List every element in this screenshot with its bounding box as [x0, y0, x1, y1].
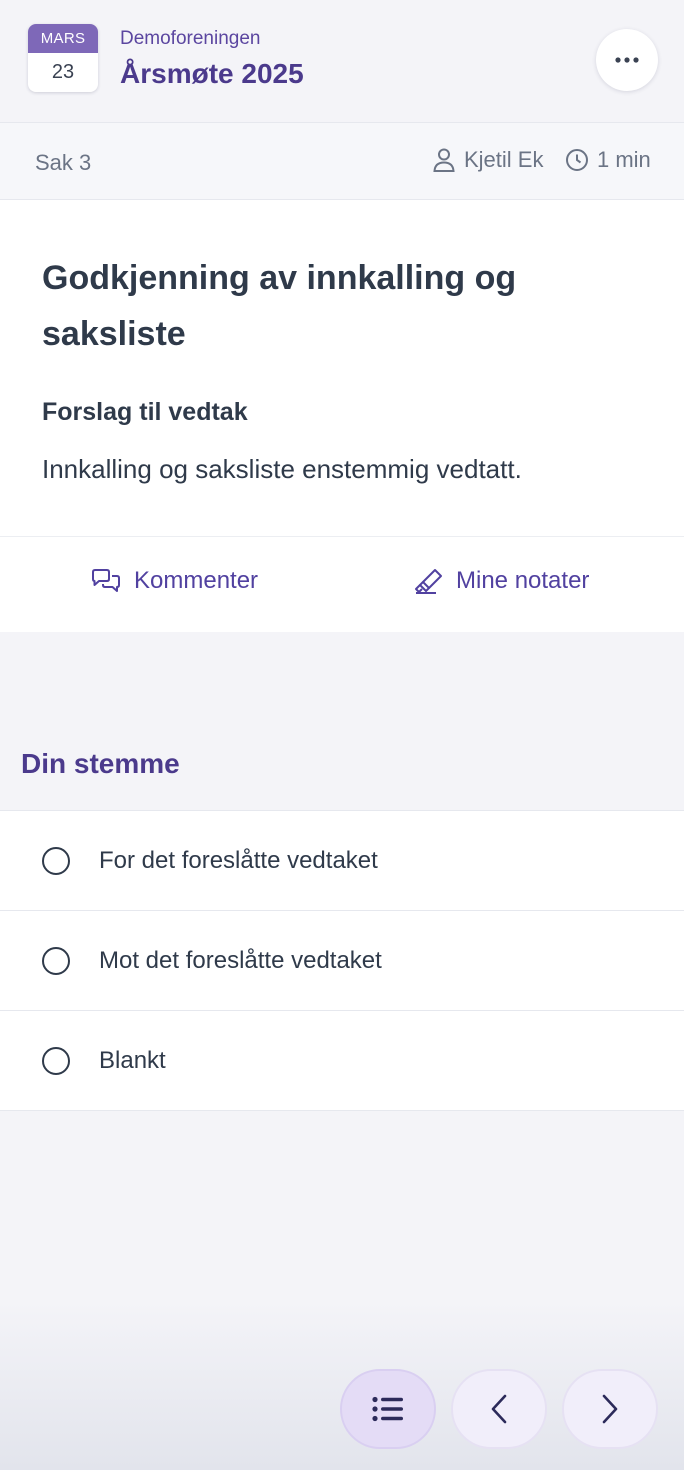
calendar-badge: MARS 23 — [28, 24, 98, 92]
previous-item-button[interactable] — [451, 1369, 547, 1449]
comment-label: Kommenter — [134, 567, 259, 594]
duration-value: 1 min — [597, 147, 651, 172]
radio-button[interactable] — [42, 947, 70, 975]
chevron-left-icon — [491, 1394, 507, 1424]
item-meta-bar: Sak 3 Kjetil Ek 1 min — [0, 123, 684, 200]
my-notes-button[interactable]: Mine notater — [414, 567, 589, 595]
meeting-title: Årsmøte 2025 — [120, 58, 304, 89]
calendar-day: 23 — [51, 61, 75, 83]
vote-heading: Din stemme — [21, 748, 180, 779]
app-header: MARS 23 Demoforeningen Årsmøte 2025 — [0, 0, 684, 123]
vote-option-for[interactable]: For det foreslåtte vedtaket — [0, 811, 684, 911]
vote-option-label: Mot det foreslåtte vedtaket — [99, 947, 382, 974]
list-icon — [372, 1396, 403, 1422]
highlighter-icon — [415, 569, 442, 594]
radio-button[interactable] — [42, 1047, 70, 1075]
vote-option-against[interactable]: Mot det foreslåtte vedtaket — [0, 911, 684, 1011]
duration: 1 min — [565, 147, 651, 173]
clock-icon — [566, 149, 588, 171]
vote-option-label: For det foreslåtte vedtaket — [99, 847, 378, 874]
comment-button[interactable]: Kommenter — [90, 567, 258, 595]
person-icon — [433, 148, 455, 172]
organization-name: Demoforeningen — [120, 28, 261, 49]
item-number: Sak 3 — [35, 150, 92, 175]
proposal-text: Innkalling og saksliste enstemmig vedtat… — [42, 454, 522, 484]
chevron-right-icon — [602, 1394, 618, 1424]
next-item-button[interactable] — [562, 1369, 658, 1449]
radio-button[interactable] — [42, 847, 70, 875]
agenda-item-card: Godkjenning av innkalling og saksliste F… — [0, 200, 684, 632]
vote-options: For det foreslåtte vedtaket Mot det fore… — [0, 810, 684, 1111]
presenter-name: Kjetil Ek — [464, 147, 544, 172]
chat-bubbles-icon — [92, 569, 120, 592]
my-notes-label: Mine notater — [456, 567, 590, 594]
agenda-item-title: Godkjenning av innkalling og saksliste — [42, 259, 517, 353]
presenter: Kjetil Ek — [432, 147, 543, 173]
more-options-button[interactable] — [596, 29, 658, 91]
proposal-label: Forslag til vedtak — [42, 398, 248, 426]
agenda-list-button[interactable] — [340, 1369, 436, 1449]
item-actions: Kommenter Mine notater — [0, 536, 684, 632]
calendar-month: MARS — [28, 24, 98, 53]
ellipsis-icon — [615, 57, 639, 63]
vote-option-blank[interactable]: Blankt — [0, 1011, 684, 1111]
vote-option-label: Blankt — [99, 1047, 166, 1074]
